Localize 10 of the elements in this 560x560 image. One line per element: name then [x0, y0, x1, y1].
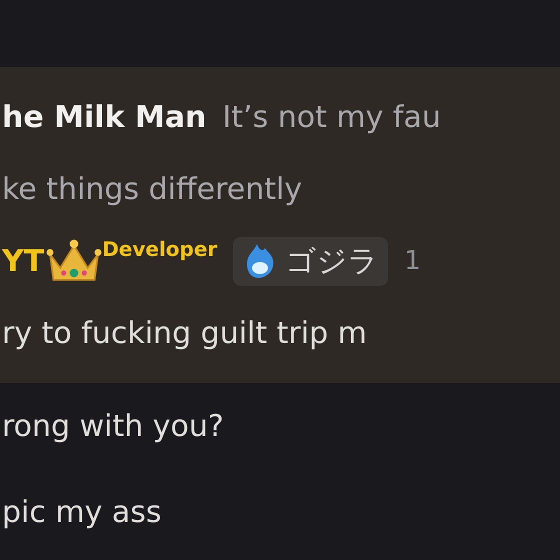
- message-text: ke things differently: [2, 172, 302, 206]
- author-name[interactable]: YT: [2, 244, 44, 278]
- role-label: Developer: [102, 237, 218, 261]
- message-text: It’s not my fau: [222, 100, 441, 134]
- message-text: rong with you?: [2, 408, 224, 444]
- timestamp: 1: [404, 246, 421, 276]
- message-text: ry to fucking guilt trip m: [2, 316, 367, 350]
- clan-tag[interactable]: ゴジラ: [233, 236, 388, 286]
- author-name[interactable]: he Milk Man: [2, 100, 206, 134]
- message-text: pic my ass: [2, 494, 162, 530]
